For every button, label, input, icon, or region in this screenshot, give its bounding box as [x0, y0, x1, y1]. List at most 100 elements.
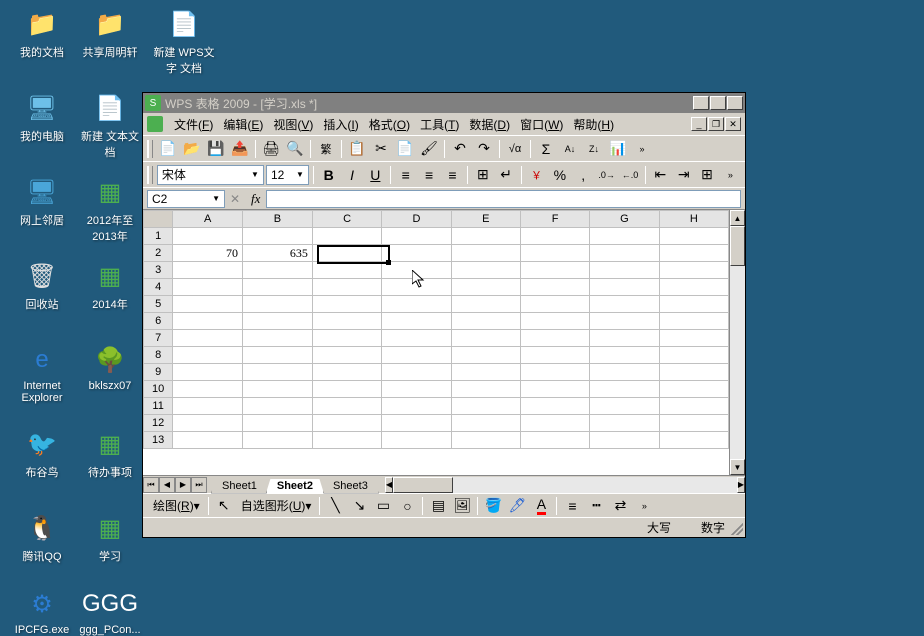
cell-C4[interactable] [312, 279, 381, 296]
cell-G1[interactable] [590, 228, 659, 245]
comma-icon[interactable]: , [573, 164, 594, 186]
cell-H10[interactable] [659, 381, 728, 398]
menu-t[interactable]: 工具(T) [415, 114, 464, 135]
desktop-icon-ggg_PCon...[interactable]: GGGggg_PCon... [78, 588, 142, 636]
app-menu-icon[interactable] [147, 116, 163, 132]
row-header-1[interactable]: 1 [144, 228, 173, 245]
cell-D13[interactable] [382, 432, 451, 449]
more-icon[interactable]: » [720, 164, 741, 186]
horizontal-scrollbar[interactable]: ◀ ▶ [385, 477, 745, 493]
row-header-9[interactable]: 9 [144, 364, 173, 381]
cell-C9[interactable] [312, 364, 381, 381]
cell-B1[interactable] [242, 228, 312, 245]
cell-F7[interactable] [520, 330, 589, 347]
menu-f[interactable]: 文件(F) [169, 114, 218, 135]
cell-D5[interactable] [382, 296, 451, 313]
cell-F13[interactable] [520, 432, 589, 449]
cell-G7[interactable] [590, 330, 659, 347]
cell-E10[interactable] [451, 381, 520, 398]
row-header-5[interactable]: 5 [144, 296, 173, 313]
cell-H9[interactable] [659, 364, 728, 381]
desktop-icon-待办事项[interactable]: ▦待办事项 [78, 428, 142, 480]
cell-D10[interactable] [382, 381, 451, 398]
col-header-B[interactable]: B [242, 211, 312, 228]
menu-d[interactable]: 数据(D) [464, 114, 515, 135]
copy-icon[interactable]: 📄 [394, 138, 416, 160]
cell-G2[interactable] [590, 245, 659, 262]
formula-icon[interactable]: √α [504, 138, 526, 160]
cell-F9[interactable] [520, 364, 589, 381]
cell-C10[interactable] [312, 381, 381, 398]
cell-F6[interactable] [520, 313, 589, 330]
cell-E11[interactable] [451, 398, 520, 415]
indent-inc-icon[interactable]: ⇥ [673, 164, 694, 186]
cell-B7[interactable] [242, 330, 312, 347]
col-header-D[interactable]: D [382, 211, 451, 228]
sheet-tab-Sheet3[interactable]: Sheet3 [322, 479, 379, 494]
cell-B5[interactable] [242, 296, 312, 313]
desktop-icon-腾讯QQ[interactable]: 🐧腾讯QQ [10, 512, 74, 564]
font-name-select[interactable]: 宋体 ▼ [157, 165, 264, 185]
row-header-11[interactable]: 11 [144, 398, 173, 415]
desktop-icon-IPCFG.exe[interactable]: ⚙IPCFG.exe [10, 588, 74, 636]
align-right-icon[interactable]: ≡ [442, 164, 463, 186]
close-button[interactable]: ✕ [727, 96, 743, 110]
cell-B13[interactable] [242, 432, 312, 449]
cell-H2[interactable] [659, 245, 728, 262]
cell-E2[interactable] [451, 245, 520, 262]
toolbar-grip[interactable] [147, 166, 153, 184]
increase-decimal-icon[interactable]: .0→ [596, 164, 617, 186]
cell-G3[interactable] [590, 262, 659, 279]
percent-icon[interactable]: % [549, 164, 570, 186]
cell-A5[interactable] [173, 296, 243, 313]
cell-B8[interactable] [242, 347, 312, 364]
cell-C3[interactable] [312, 262, 381, 279]
minimize-button[interactable]: _ [693, 96, 709, 110]
redo-icon[interactable]: ↷ [473, 138, 495, 160]
cell-D1[interactable] [382, 228, 451, 245]
cell-E13[interactable] [451, 432, 520, 449]
cell-G5[interactable] [590, 296, 659, 313]
draw-menu[interactable]: 绘图(R)▾ [149, 495, 204, 517]
cell-C2[interactable] [312, 245, 381, 262]
menu-e[interactable]: 编辑(E) [218, 114, 268, 135]
resize-grip[interactable] [731, 523, 743, 535]
sort-desc-icon[interactable]: Z↓ [583, 138, 605, 160]
cell-E3[interactable] [451, 262, 520, 279]
row-header-10[interactable]: 10 [144, 381, 173, 398]
cell-H4[interactable] [659, 279, 728, 296]
select-all-corner[interactable] [144, 211, 173, 228]
cell-E7[interactable] [451, 330, 520, 347]
align-left-icon[interactable]: ≡ [395, 164, 416, 186]
scroll-left-button[interactable]: ◀ [385, 477, 393, 493]
cell-E12[interactable] [451, 415, 520, 432]
scroll-right-button[interactable]: ▶ [737, 477, 745, 493]
row-header-4[interactable]: 4 [144, 279, 173, 296]
align-center-icon[interactable]: ≡ [418, 164, 439, 186]
currency-icon[interactable]: ￥ [526, 164, 547, 186]
cell-C7[interactable] [312, 330, 381, 347]
cell-E1[interactable] [451, 228, 520, 245]
cell-G11[interactable] [590, 398, 659, 415]
vertical-scrollbar[interactable]: ▲ ▼ [729, 210, 745, 475]
cell-D7[interactable] [382, 330, 451, 347]
cell-D4[interactable] [382, 279, 451, 296]
arrow-style-icon[interactable]: ⇄ [609, 495, 631, 517]
menu-o[interactable]: 格式(O) [364, 114, 415, 135]
row-header-12[interactable]: 12 [144, 415, 173, 432]
cell-G9[interactable] [590, 364, 659, 381]
scroll-thumb[interactable] [730, 226, 745, 266]
cell-B3[interactable] [242, 262, 312, 279]
cell-E6[interactable] [451, 313, 520, 330]
cell-E9[interactable] [451, 364, 520, 381]
desktop-icon-我的电脑[interactable]: 🖥我的电脑 [10, 92, 74, 144]
export-icon[interactable]: 📤 [229, 138, 251, 160]
col-header-A[interactable]: A [173, 211, 243, 228]
scroll-thumb[interactable] [393, 477, 453, 493]
formula-input[interactable] [266, 190, 741, 208]
cell-A2[interactable]: 70 [173, 245, 243, 262]
autoshapes-menu[interactable]: 自选图形(U)▾ [237, 495, 316, 517]
cell-A9[interactable] [173, 364, 243, 381]
format-painter-icon[interactable]: 🖌 [418, 138, 440, 160]
col-header-H[interactable]: H [659, 211, 728, 228]
